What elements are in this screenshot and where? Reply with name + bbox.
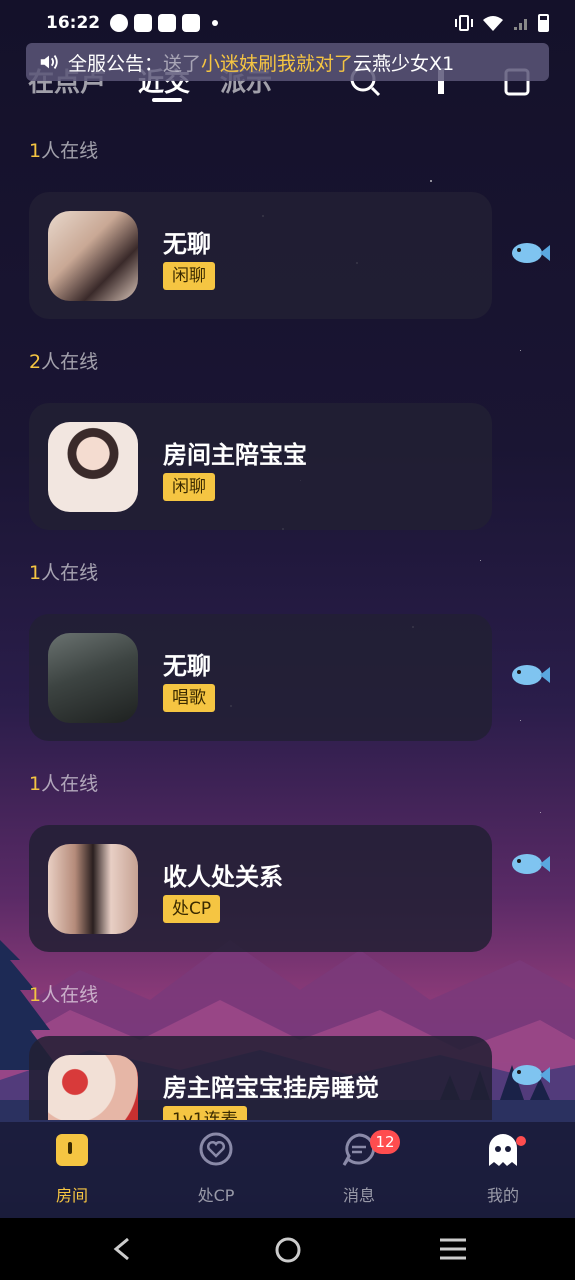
- status-bar: 16:22: [0, 0, 575, 46]
- fish-icon[interactable]: [507, 1060, 551, 1090]
- dot-icon: [212, 20, 219, 26]
- clock-icon: [110, 14, 129, 32]
- online-count: 1人在线: [29, 773, 99, 795]
- announcement-label: 全服公告：: [68, 52, 164, 75]
- announcement-prefix: 送了: [163, 52, 202, 75]
- nav-label: 消息: [342, 1186, 375, 1205]
- online-count: 1人在线: [29, 984, 99, 1006]
- online-count: 1人在线: [29, 140, 99, 162]
- announcement-suffix: 云燕少女X1: [353, 52, 455, 75]
- signal-icon: [514, 19, 527, 30]
- room-avatar: [48, 422, 138, 512]
- room-avatar: [48, 844, 138, 934]
- system-nav-bar: [0, 1218, 575, 1280]
- nav-profile[interactable]: 我的: [458, 1132, 548, 1206]
- profile-dot: [516, 1136, 526, 1146]
- room-title: 无聊: [163, 230, 211, 258]
- back-icon[interactable]: [110, 1236, 134, 1262]
- battery-icon: [538, 14, 549, 32]
- room-avatar: [48, 633, 138, 723]
- nav-messages[interactable]: 12 消息: [314, 1130, 404, 1206]
- room-card[interactable]: 收人处关系 处CP: [29, 825, 492, 952]
- room-icon: [56, 1134, 88, 1166]
- message-badge: 12: [370, 1130, 400, 1154]
- online-count: 2人在线: [29, 351, 99, 373]
- menu-icon[interactable]: [438, 1236, 468, 1262]
- room-tag: 唱歌: [163, 684, 215, 712]
- room-card[interactable]: 房间主陪宝宝 闲聊: [29, 403, 492, 530]
- room-list[interactable]: 1人在线 无聊 闲聊 2人在线 房间主陪宝宝 闲聊 1人在线 无聊 唱歌 1人在…: [0, 120, 575, 1120]
- room-card[interactable]: 无聊 唱歌: [29, 614, 492, 741]
- room-card[interactable]: 无聊 闲聊: [29, 192, 492, 319]
- room-avatar: [48, 211, 138, 301]
- fish-icon[interactable]: [507, 849, 551, 879]
- mail-icon: [182, 14, 201, 32]
- room-title: 无聊: [163, 652, 211, 680]
- room-title: 收人处关系: [163, 863, 283, 891]
- home-icon[interactable]: [274, 1236, 302, 1264]
- ghost-profile-icon: [489, 1134, 517, 1166]
- mail-icon: [158, 14, 177, 32]
- nav-room[interactable]: 房间: [27, 1132, 117, 1206]
- room-title: 房间主陪宝宝: [163, 441, 307, 469]
- nav-cp[interactable]: 处CP: [171, 1132, 261, 1206]
- room-card[interactable]: 房主陪宝宝挂房睡觉 1v1连麦: [29, 1036, 492, 1120]
- room-tag: 1v1连麦: [163, 1106, 247, 1120]
- nav-label: 房间: [55, 1186, 88, 1205]
- bottom-nav: 房间 处CP 12 消息 我的: [0, 1122, 575, 1218]
- fish-icon[interactable]: [507, 660, 551, 690]
- room-avatar: [48, 1055, 138, 1120]
- nav-label: 处CP: [197, 1186, 235, 1205]
- speaker-icon: [40, 55, 58, 69]
- fish-icon[interactable]: [507, 238, 551, 268]
- wifi-icon: [483, 16, 503, 31]
- vibrate-icon: [455, 15, 473, 31]
- status-time: 16:22: [46, 13, 101, 33]
- tab-underline: [152, 98, 182, 102]
- announcement-banner[interactable]: 全服公告： 送了 小迷妹刷我就对了 云燕少女X1: [26, 43, 549, 81]
- room-tag: 处CP: [163, 895, 221, 923]
- announcement-highlight: 小迷妹刷我就对了: [201, 52, 354, 75]
- online-count: 1人在线: [29, 562, 99, 584]
- nav-label: 我的: [486, 1186, 519, 1205]
- room-tag: 闲聊: [163, 262, 215, 290]
- mail-icon: [134, 14, 153, 32]
- heart-chat-icon: [199, 1132, 233, 1166]
- room-title: 房主陪宝宝挂房睡觉: [163, 1074, 379, 1102]
- room-tag: 闲聊: [163, 473, 215, 501]
